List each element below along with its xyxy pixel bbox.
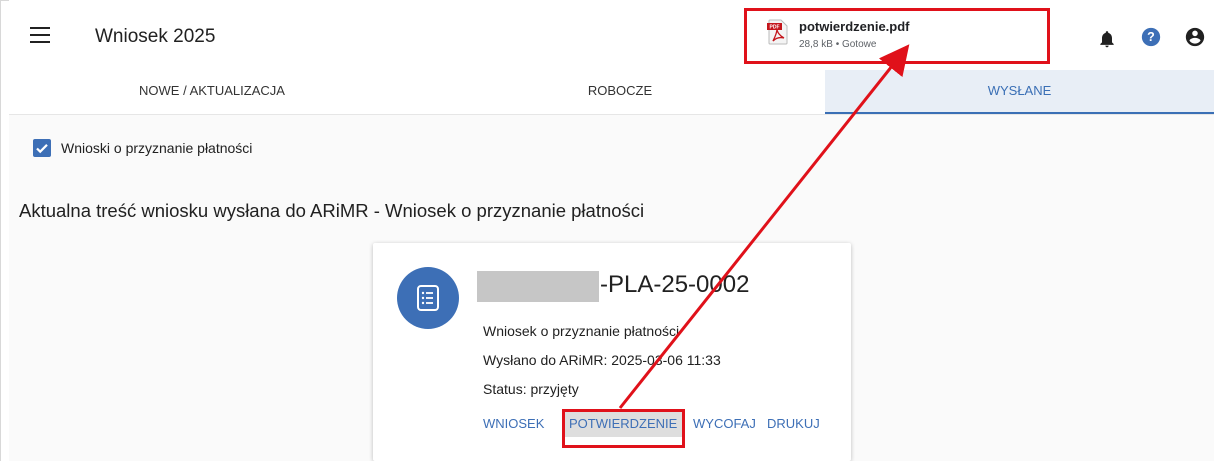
drukuj-button[interactable]: DRUKUJ bbox=[767, 416, 820, 431]
frame-left-border bbox=[0, 0, 1, 461]
download-meta: 28,8 kB • Gotowe bbox=[799, 39, 877, 50]
sent-date: Wysłano do ARiMR: 2025-03-06 11:33 bbox=[483, 352, 721, 368]
pdf-file-icon: PDF bbox=[767, 19, 788, 45]
download-popup[interactable]: PDF potwierdzenie.pdf 28,8 kB • Gotowe bbox=[744, 8, 1050, 64]
status-text: Status: przyjęty bbox=[483, 381, 579, 397]
help-icon[interactable]: ? bbox=[1141, 27, 1161, 47]
tab-robocze[interactable]: ROBOCZE bbox=[415, 70, 825, 114]
application-id: -PLA-25-0002 bbox=[600, 271, 750, 298]
document-avatar bbox=[397, 267, 459, 329]
svg-text:PDF: PDF bbox=[770, 25, 780, 31]
tab-nowe-aktualizacja[interactable]: NOWE / AKTUALIZACJA bbox=[9, 70, 415, 114]
tab-bar: NOWE / AKTUALIZACJA ROBOCZE WYSŁANE bbox=[9, 70, 1214, 115]
svg-text:?: ? bbox=[1147, 30, 1155, 44]
bell-icon[interactable] bbox=[1097, 28, 1117, 50]
checkbox-checked-icon[interactable] bbox=[33, 139, 51, 157]
download-filename[interactable]: potwierdzenie.pdf bbox=[799, 19, 910, 34]
account-icon[interactable] bbox=[1184, 26, 1206, 48]
potwierdzenie-highlight-box bbox=[562, 409, 685, 448]
redacted-id-prefix bbox=[477, 271, 599, 302]
wniosek-button[interactable]: WNIOSEK bbox=[483, 416, 544, 431]
application-type: Wniosek o przyznanie płatności bbox=[483, 323, 680, 339]
document-list-icon bbox=[417, 285, 439, 311]
tab-wyslane[interactable]: WYSŁANE bbox=[825, 70, 1214, 114]
filter-label[interactable]: Wnioski o przyznanie płatności bbox=[61, 140, 252, 156]
section-title: Aktualna treść wniosku wysłana do ARiMR … bbox=[19, 200, 645, 221]
menu-icon[interactable] bbox=[30, 27, 50, 43]
wycofaj-button[interactable]: WYCOFAJ bbox=[693, 416, 756, 431]
app-title: Wniosek 2025 bbox=[95, 26, 216, 47]
app-window: Wniosek 2025 ? NOWE / AKTUALIZACJA ROBOC… bbox=[9, 0, 1214, 461]
